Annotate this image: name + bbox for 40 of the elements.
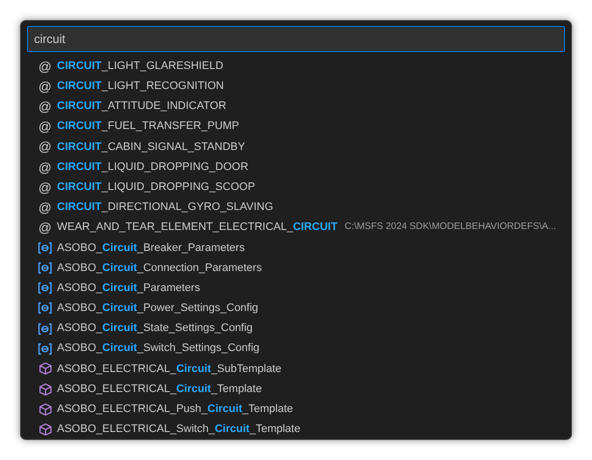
cube-icon bbox=[38, 402, 52, 416]
at-sign-icon: @ bbox=[38, 221, 52, 234]
variable-icon bbox=[38, 342, 52, 355]
at-sign-icon: @ bbox=[38, 120, 52, 134]
result-item[interactable]: CIRCUIT_DIRECTIONAL_GYRO_SLAVING bbox=[57, 199, 274, 216]
variable-icon bbox=[38, 282, 52, 294]
result-item[interactable]: ASOBO_Circuit_Parameters bbox=[57, 280, 200, 296]
at-sign-icon: @ bbox=[38, 80, 52, 93]
at-sign-icon: @ bbox=[38, 60, 52, 73]
result-item[interactable]: CIRCUIT_LIGHT_GLARESHIELD bbox=[57, 58, 224, 74]
result-item[interactable]: CIRCUIT_LIGHT_RECOGNITION bbox=[57, 78, 224, 95]
result-item[interactable]: ASOBO_Circuit_Power_Settings_Config bbox=[57, 300, 258, 317]
result-item[interactable]: ASOBO_Circuit_State_Settings_Config bbox=[57, 320, 253, 337]
result-item[interactable]: CIRCUIT_LIQUID_DROPPING_DOOR bbox=[57, 158, 248, 176]
result-item[interactable]: ASOBO_Circuit_Breaker_Parameters bbox=[57, 240, 245, 256]
result-item[interactable]: ASOBO_Circuit_Switch_Settings_Config bbox=[57, 340, 260, 357]
at-sign-icon: @ bbox=[38, 180, 52, 194]
result-item[interactable]: WEAR_AND_TEAR_ELEMENT_ELECTRICAL_CIRCUIT bbox=[57, 219, 338, 236]
result-item[interactable]: CIRCUIT_FUEL_TRANSFER_PUMP bbox=[57, 118, 240, 135]
search-field[interactable]: circuit bbox=[27, 26, 565, 52]
cube-icon bbox=[38, 382, 52, 396]
variable-icon bbox=[38, 322, 52, 335]
cube-icon bbox=[38, 362, 52, 376]
at-sign-icon: @ bbox=[38, 140, 52, 154]
cube-icon bbox=[38, 422, 52, 436]
result-item[interactable]: ASOBO_ELECTRICAL_Switch_Circuit_Template bbox=[57, 421, 300, 438]
variable-icon bbox=[38, 302, 52, 314]
result-item[interactable]: ASOBO_ELECTRICAL_Push_Circuit_Template bbox=[57, 401, 294, 418]
result-item[interactable]: CIRCUIT_CABIN_SIGNAL_STANDBY bbox=[57, 138, 246, 156]
result-item[interactable]: ASOBO_ELECTRICAL_Circuit_Template bbox=[57, 380, 262, 398]
variable-icon bbox=[38, 262, 52, 274]
result-item[interactable]: ASOBO_ELECTRICAL_Circuit_SubTemplate bbox=[57, 360, 282, 378]
variable-icon bbox=[38, 242, 52, 254]
file-path: C:\MSFS 2024 SDK\MODELBEHAVIORDEFS\A... bbox=[344, 220, 556, 234]
at-sign-icon: @ bbox=[38, 100, 52, 113]
result-item[interactable]: CIRCUIT_LIQUID_DROPPING_SCOOP bbox=[57, 178, 256, 196]
result-item[interactable]: CIRCUIT_ATTITUDE_INDICATOR bbox=[57, 98, 226, 115]
at-sign-icon: @ bbox=[38, 160, 52, 174]
result-item[interactable]: ASOBO_Circuit_Connection_Parameters bbox=[57, 260, 262, 276]
at-sign-icon: @ bbox=[38, 200, 52, 214]
